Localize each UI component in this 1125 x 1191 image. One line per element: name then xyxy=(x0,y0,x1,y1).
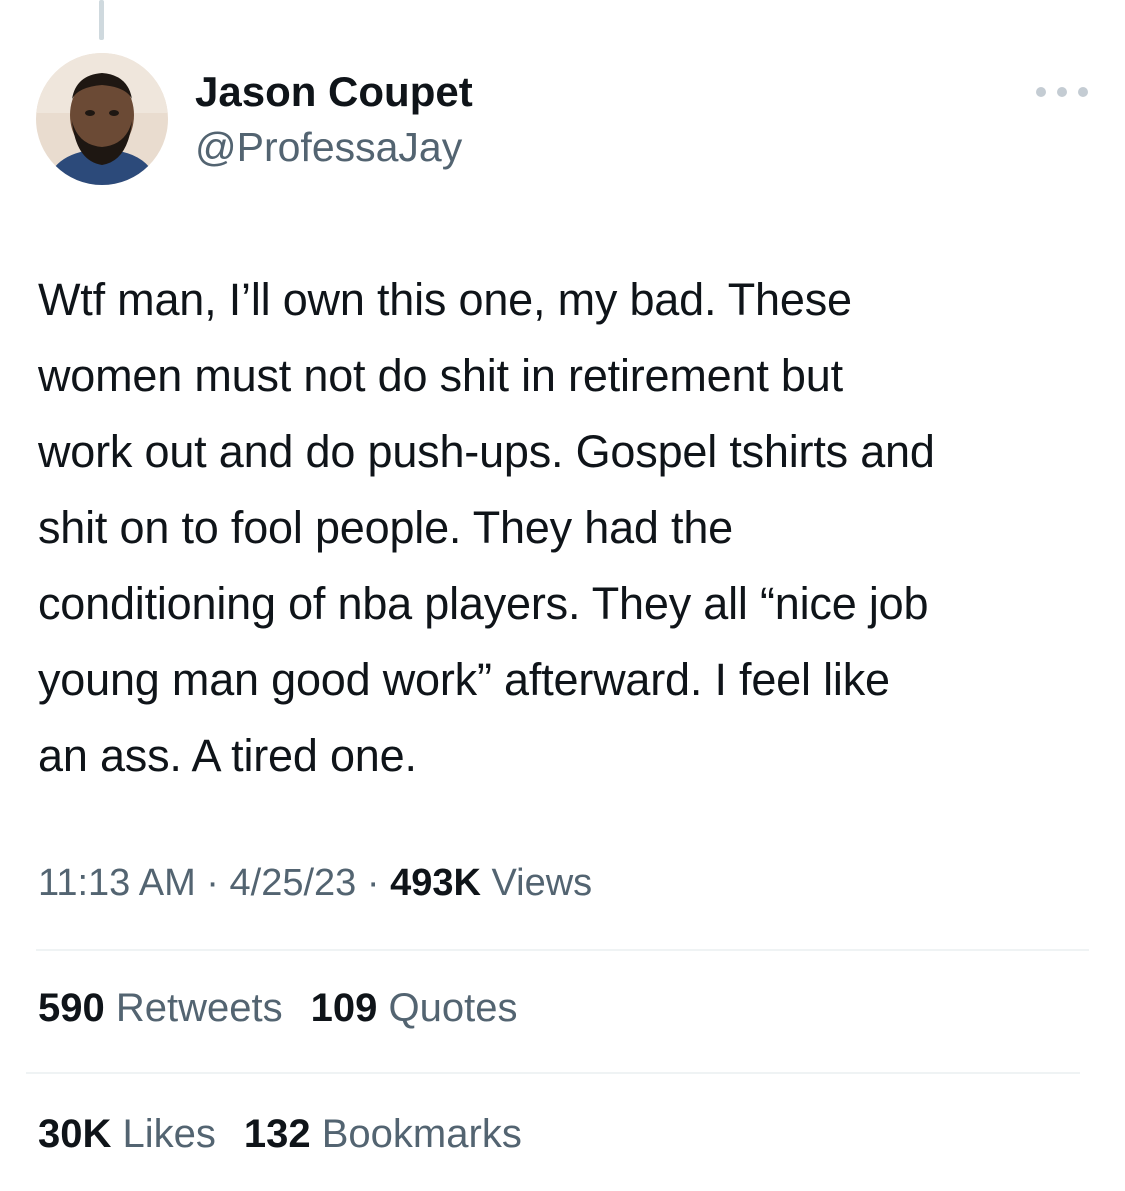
quotes-count: 109 xyxy=(310,986,378,1030)
retweets-stat[interactable]: 590 Retweets xyxy=(38,986,283,1030)
author-handle[interactable]: @ProfessaJay xyxy=(195,124,462,171)
tweet-text-line: women must not do shit in retirement but xyxy=(38,350,843,401)
meta-separator: · xyxy=(356,862,391,904)
more-dot xyxy=(1057,87,1067,97)
bookmarks-label: Bookmarks xyxy=(310,1112,522,1156)
stats-row-likes: 30K Likes 132 Bookmarks xyxy=(38,1112,550,1157)
avatar-image xyxy=(36,53,168,185)
likes-label: Likes xyxy=(111,1112,216,1156)
tweet-time[interactable]: 11:13 AM xyxy=(38,862,196,904)
author-name[interactable]: Jason Coupet xyxy=(195,68,473,116)
more-dot xyxy=(1036,87,1046,97)
tweet-text-line: work out and do push-ups. Gospel tshirts… xyxy=(38,426,935,477)
bookmarks-count: 132 xyxy=(243,1112,311,1156)
tweet-detail: Jason Coupet @ProfessaJay Wtf man, I’ll … xyxy=(0,0,1125,1191)
more-dot xyxy=(1078,87,1088,97)
tweet-meta: 11:13 AM · 4/25/23 · 493K Views xyxy=(38,862,592,905)
tweet-text-line: shit on to fool people. They had the xyxy=(38,502,733,553)
retweets-label: Retweets xyxy=(104,986,283,1030)
thread-connector-line xyxy=(99,0,104,40)
quotes-label: Quotes xyxy=(377,986,518,1030)
tweet-text-line: Wtf man, I’ll own this one, my bad. Thes… xyxy=(38,274,852,325)
tweet-date[interactable]: 4/25/23 xyxy=(230,862,357,904)
views-count: 493K xyxy=(390,862,481,904)
divider xyxy=(36,949,1089,951)
views-label: Views xyxy=(480,862,593,904)
quotes-stat[interactable]: 109 Quotes xyxy=(311,986,518,1030)
more-dots-icon[interactable] xyxy=(1036,80,1088,104)
bookmarks-stat[interactable]: 132 Bookmarks xyxy=(244,1112,522,1156)
meta-separator: · xyxy=(195,862,230,904)
divider xyxy=(26,1072,1080,1074)
likes-count: 30K xyxy=(38,1112,112,1156)
tweet-text: Wtf man, I’ll own this one, my bad. Thes… xyxy=(38,262,1098,794)
retweets-count: 590 xyxy=(38,986,105,1030)
tweet-text-line: young man good work” afterward. I feel l… xyxy=(38,654,890,705)
tweet-text-line: an ass. A tired one. xyxy=(38,730,417,781)
tweet-text-line: conditioning of nba players. They all “n… xyxy=(38,578,929,629)
avatar[interactable] xyxy=(36,53,168,185)
likes-stat[interactable]: 30K Likes xyxy=(38,1112,216,1156)
stats-row-engagement: 590 Retweets 109 Quotes xyxy=(38,986,545,1031)
